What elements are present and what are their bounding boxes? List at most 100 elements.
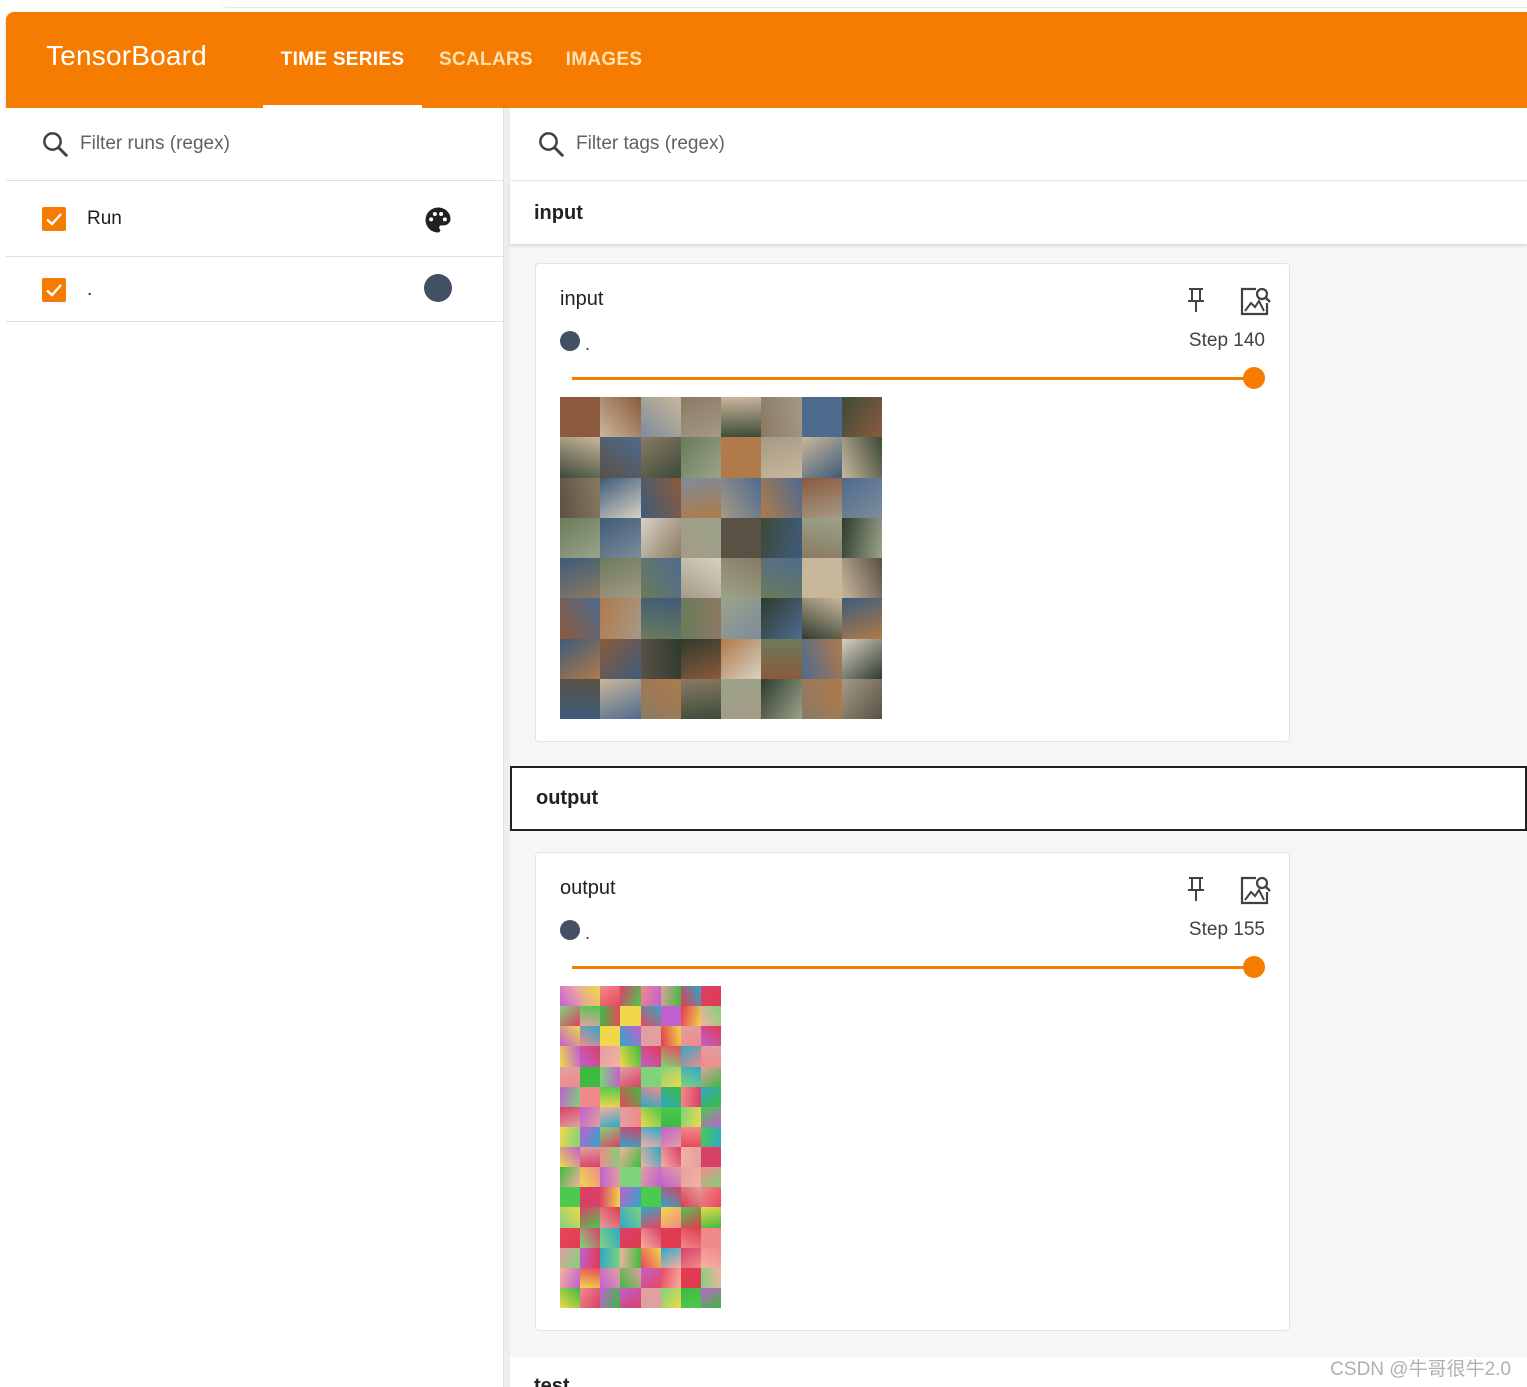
image-tile bbox=[600, 397, 641, 438]
image-tile bbox=[580, 1207, 601, 1228]
image-tile bbox=[640, 1167, 661, 1188]
runs-filter-placeholder: Filter runs (regex) bbox=[80, 133, 230, 154]
image-tile bbox=[600, 1126, 621, 1147]
card-title: output bbox=[560, 877, 616, 899]
image-tile bbox=[620, 1086, 641, 1107]
image-tile bbox=[640, 517, 681, 558]
tab-scalars[interactable]: SCALARS bbox=[431, 12, 541, 108]
image-tile bbox=[620, 1167, 641, 1188]
image-tile bbox=[560, 1287, 581, 1308]
run-checkbox[interactable] bbox=[42, 278, 66, 302]
tags-filter-input[interactable]: Filter tags (regex) bbox=[536, 128, 1136, 160]
image-tile bbox=[600, 1066, 621, 1087]
step-slider-track[interactable] bbox=[572, 966, 1255, 969]
image-tile bbox=[580, 1066, 601, 1087]
image-tile bbox=[801, 598, 842, 639]
image-tile bbox=[680, 477, 721, 518]
image-tile bbox=[620, 1147, 641, 1168]
check-icon bbox=[46, 284, 62, 297]
run-dot-label: . bbox=[585, 334, 591, 354]
image-tile bbox=[660, 986, 681, 1007]
run-dot-label: . bbox=[585, 923, 591, 943]
step-label: Step 140 bbox=[1188, 330, 1265, 351]
step-slider-thumb[interactable] bbox=[1243, 367, 1265, 389]
image-grid-input[interactable] bbox=[560, 397, 882, 719]
run-checkbox-all[interactable] bbox=[42, 207, 66, 231]
image-tile bbox=[560, 598, 601, 639]
image-tile bbox=[640, 1046, 661, 1067]
image-tile bbox=[580, 1247, 601, 1268]
image-tile bbox=[620, 1006, 641, 1027]
app-title: TensorBoard bbox=[46, 40, 207, 71]
group-header-input[interactable]: input bbox=[510, 182, 1527, 244]
check-icon bbox=[46, 213, 62, 226]
image-tile bbox=[560, 558, 601, 599]
image-tile bbox=[560, 638, 601, 679]
image-tile bbox=[680, 1126, 701, 1147]
image-tile bbox=[640, 558, 681, 599]
image-tile bbox=[721, 517, 762, 558]
image-tile bbox=[680, 437, 721, 478]
image-tile bbox=[761, 558, 802, 599]
image-tile bbox=[841, 638, 882, 679]
image-tile bbox=[640, 1086, 661, 1107]
image-tile bbox=[600, 1147, 621, 1168]
image-card-input: input . Step 140 bbox=[535, 263, 1290, 742]
image-tile bbox=[580, 1287, 601, 1308]
image-tile bbox=[580, 1086, 601, 1107]
tab-time-series[interactable]: TIME SERIES bbox=[263, 12, 422, 108]
pin-icon[interactable] bbox=[1184, 286, 1208, 314]
image-tile bbox=[841, 598, 882, 639]
image-tile bbox=[761, 638, 802, 679]
pin-icon[interactable] bbox=[1184, 875, 1208, 903]
image-tile bbox=[600, 517, 641, 558]
image-tile bbox=[560, 1086, 581, 1107]
image-tile bbox=[600, 1006, 621, 1027]
runs-filter-input[interactable]: Filter runs (regex) bbox=[40, 128, 480, 160]
image-tile bbox=[680, 678, 721, 719]
image-tile bbox=[660, 1227, 681, 1248]
image-tile bbox=[600, 1086, 621, 1107]
image-tile bbox=[580, 1006, 601, 1027]
image-grid-output[interactable] bbox=[560, 986, 721, 1308]
image-tile bbox=[640, 1287, 661, 1308]
image-tile bbox=[600, 1207, 621, 1228]
image-tile bbox=[620, 1187, 641, 1208]
image-tile bbox=[600, 1167, 621, 1188]
image-tile bbox=[660, 1167, 681, 1188]
image-tile bbox=[560, 1006, 581, 1027]
group-header-output[interactable]: output bbox=[510, 766, 1527, 831]
fullscreen-image-icon[interactable] bbox=[1238, 284, 1272, 318]
image-tile bbox=[700, 986, 721, 1007]
image-tile bbox=[680, 1106, 701, 1127]
search-icon bbox=[539, 132, 564, 157]
image-tile bbox=[620, 986, 641, 1007]
image-tile bbox=[620, 1267, 641, 1288]
image-tile bbox=[600, 477, 641, 518]
image-tile bbox=[761, 598, 802, 639]
run-color-swatch[interactable] bbox=[424, 274, 452, 302]
run-color-dot bbox=[560, 331, 580, 351]
step-slider-track[interactable] bbox=[572, 377, 1255, 380]
image-tile bbox=[680, 1247, 701, 1268]
tab-images[interactable]: IMAGES bbox=[558, 12, 650, 108]
step-slider-thumb[interactable] bbox=[1243, 956, 1265, 978]
image-tile bbox=[841, 397, 882, 438]
image-tile bbox=[580, 1026, 601, 1047]
image-tile bbox=[600, 986, 621, 1007]
image-tile bbox=[600, 678, 641, 719]
image-card-output: output . Step 155 bbox=[535, 852, 1290, 1331]
image-tile bbox=[640, 1006, 661, 1027]
image-tile bbox=[560, 1167, 581, 1188]
image-tile bbox=[721, 477, 762, 518]
image-tile bbox=[640, 437, 681, 478]
image-tile bbox=[680, 1227, 701, 1248]
image-tile bbox=[660, 1026, 681, 1047]
image-tile bbox=[600, 1026, 621, 1047]
image-tile bbox=[680, 558, 721, 599]
fullscreen-image-icon[interactable] bbox=[1238, 873, 1272, 907]
image-tile bbox=[620, 1026, 641, 1047]
image-tile bbox=[660, 1086, 681, 1107]
palette-icon[interactable] bbox=[423, 205, 453, 235]
run-column-label: Run bbox=[87, 208, 122, 229]
